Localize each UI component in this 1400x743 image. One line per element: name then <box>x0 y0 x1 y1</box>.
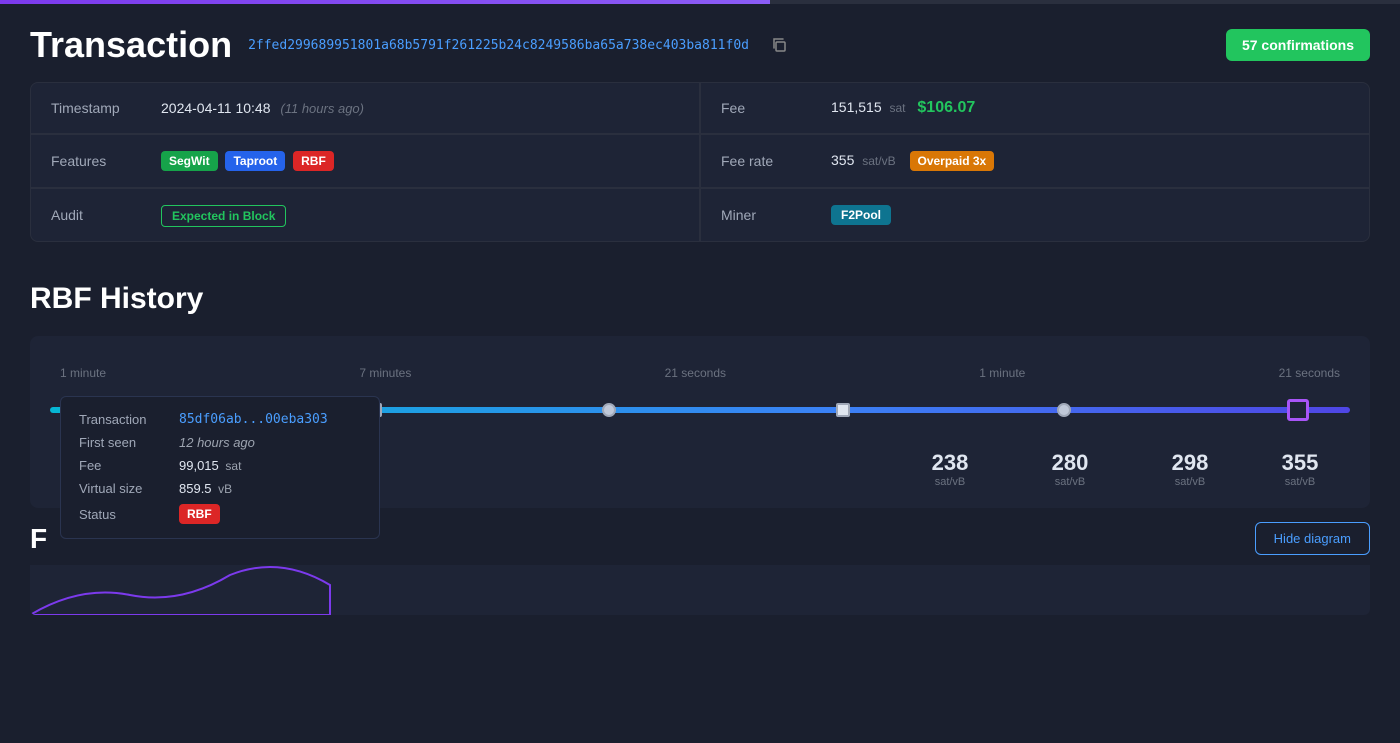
taproot-badge: Taproot <box>225 151 285 171</box>
top-progress-bar <box>0 0 1400 4</box>
info-cell-fee-rate: Fee rate 355 sat/vB Overpaid 3x <box>701 135 1369 187</box>
tooltip-rbf-badge: RBF <box>179 504 220 524</box>
tl-label-2: 21 seconds <box>665 366 726 380</box>
tl-label-0: 1 minute <box>60 366 106 380</box>
timeline-value-4: 355 sat/vB <box>1250 450 1350 488</box>
page-title: Transaction <box>30 24 232 66</box>
tooltip-first-seen-label: First seen <box>79 435 179 450</box>
tooltip-tx-row: Transaction 85df06ab...00eba303 <box>79 411 361 427</box>
tooltip-vsize-row: Virtual size 859.5 vB <box>79 481 361 496</box>
tooltip-fee-row: Fee 99,015 sat <box>79 458 361 473</box>
bottom-curve-area <box>30 565 1370 615</box>
timeline-node-2 <box>602 403 616 417</box>
f2pool-badge: F2Pool <box>831 205 891 225</box>
tl-label-3: 1 minute <box>979 366 1025 380</box>
timeline-labels: 1 minute 7 minutes 21 seconds 1 minute 2… <box>50 366 1350 380</box>
timeline-container: 1 minute 7 minutes 21 seconds 1 minute 2… <box>30 336 1370 508</box>
tooltip-status-row: Status RBF <box>79 504 361 524</box>
tooltip-vsize-label: Virtual size <box>79 481 179 496</box>
fee-rate-value: 355 sat/vB Overpaid 3x <box>831 151 998 171</box>
info-cell-miner: Miner F2Pool <box>701 189 1369 241</box>
info-cell-audit: Audit Expected in Block <box>31 189 699 241</box>
miner-value: F2Pool <box>831 205 895 225</box>
tooltip-tx-label: Transaction <box>79 412 179 427</box>
audit-label: Audit <box>51 207 141 223</box>
features-label: Features <box>51 153 141 169</box>
tx-hash[interactable]: 2ffed299689951801a68b5791f261225b24c8249… <box>248 38 749 53</box>
features-value: SegWit Taproot RBF <box>161 151 338 171</box>
tooltip-fee-label: Fee <box>79 458 179 473</box>
header-left: Transaction 2ffed299689951801a68b5791f26… <box>30 24 787 66</box>
bottom-curve-svg <box>30 565 430 615</box>
tl-label-4: 21 seconds <box>1279 366 1340 380</box>
tooltip-first-seen-value: 12 hours ago <box>179 435 255 450</box>
tooltip-status-value: RBF <box>179 504 224 524</box>
fee-label: Fee <box>721 100 811 116</box>
timeline-value-2: 280 sat/vB <box>1010 450 1130 488</box>
expected-in-block-badge: Expected in Block <box>161 205 286 227</box>
tooltip-status-label: Status <box>79 507 179 522</box>
rbf-title: RBF History <box>30 282 1370 316</box>
f-letter-area: F <box>30 523 47 555</box>
tooltip-fee-value: 99,015 sat <box>179 458 241 473</box>
copy-icon[interactable] <box>771 37 787 53</box>
overpaid-badge: Overpaid 3x <box>910 151 995 171</box>
timeline-node-4 <box>1057 403 1071 417</box>
timeline-node-5 <box>1287 399 1309 421</box>
timeline-value-3: 298 sat/vB <box>1130 450 1250 488</box>
rbf-badge: RBF <box>293 151 334 171</box>
progress-fill <box>0 0 770 4</box>
fee-rate-label: Fee rate <box>721 153 811 169</box>
fee-value: 151,515 sat $106.07 <box>831 99 975 117</box>
tooltip-vsize-value: 859.5 vB <box>179 481 232 496</box>
header-section: Transaction 2ffed299689951801a68b5791f26… <box>0 4 1400 82</box>
segwit-badge: SegWit <box>161 151 218 171</box>
info-cell-fee: Fee 151,515 sat $106.07 <box>701 83 1369 133</box>
timeline-value-1: 238 sat/vB <box>890 450 1010 488</box>
timestamp-value: 2024-04-11 10:48 (11 hours ago) <box>161 100 364 116</box>
confirmations-badge: 57 confirmations <box>1226 29 1370 61</box>
info-cell-timestamp: Timestamp 2024-04-11 10:48 (11 hours ago… <box>31 83 699 133</box>
f-letter: F <box>30 523 47 555</box>
tooltip-first-seen-row: First seen 12 hours ago <box>79 435 361 450</box>
info-cell-features: Features SegWit Taproot RBF <box>31 135 699 187</box>
audit-value: Expected in Block <box>161 207 286 223</box>
timestamp-label: Timestamp <box>51 100 141 116</box>
timeline-node-3 <box>836 403 850 417</box>
hide-diagram-button[interactable]: Hide diagram <box>1255 522 1370 555</box>
tooltip-popup: Transaction 85df06ab...00eba303 First se… <box>60 396 380 539</box>
rbf-section: RBF History 1 minute 7 minutes 21 second… <box>0 262 1400 508</box>
miner-label: Miner <box>721 207 811 223</box>
info-grid: Timestamp 2024-04-11 10:48 (11 hours ago… <box>30 82 1370 242</box>
tooltip-tx-value: 85df06ab...00eba303 <box>179 411 328 427</box>
tl-label-1: 7 minutes <box>359 366 411 380</box>
tooltip-tx-hash[interactable]: 85df06ab...00eba303 <box>179 412 328 427</box>
